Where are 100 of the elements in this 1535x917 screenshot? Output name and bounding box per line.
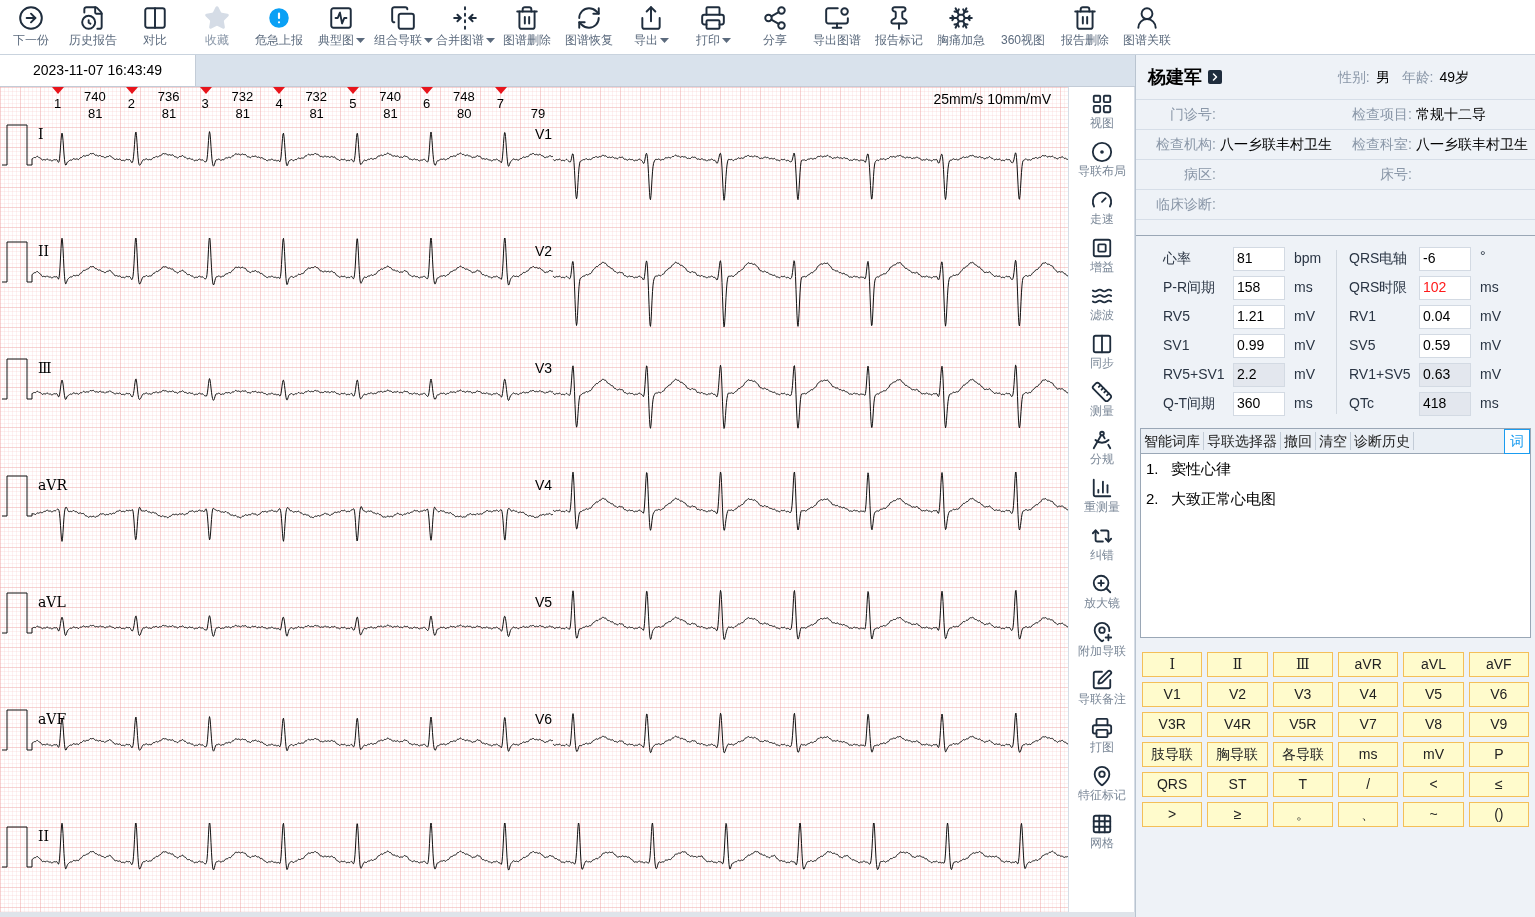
measure-field[interactable]: 360: [1233, 391, 1285, 416]
keypad-button[interactable]: V7: [1338, 712, 1399, 737]
keypad-button[interactable]: aVF: [1468, 652, 1529, 677]
measure-field[interactable]: -6: [1419, 246, 1471, 271]
side-tool-button[interactable]: 打图: [1070, 717, 1133, 765]
toolbar-button[interactable]: 导出图谱: [806, 5, 868, 46]
side-tool-button[interactable]: 放大镜: [1070, 573, 1133, 621]
toolbar-button[interactable]: 图谱关联: [1116, 5, 1178, 46]
toolbar-button[interactable]: 胸痛加急: [930, 5, 992, 46]
diagnosis-tool-button[interactable]: 智能词库: [1141, 432, 1204, 450]
keypad-button[interactable]: ~: [1403, 802, 1464, 827]
keypad-button[interactable]: 各导联: [1272, 742, 1333, 767]
side-tool-button[interactable]: 附加导联: [1070, 621, 1133, 669]
side-tool-button[interactable]: 走速: [1070, 189, 1133, 237]
measure-field[interactable]: 158: [1233, 275, 1285, 300]
toolbar-button[interactable]: 图谱删除: [496, 5, 558, 46]
keypad-button[interactable]: 胸导联: [1207, 742, 1268, 767]
keypad-button[interactable]: ≥: [1207, 802, 1268, 827]
side-tool-button[interactable]: 分规: [1070, 429, 1133, 477]
keypad-button[interactable]: >: [1142, 802, 1203, 827]
keypad-button[interactable]: QRS: [1142, 772, 1203, 797]
measure-field[interactable]: 418: [1419, 391, 1471, 416]
toolbar-button[interactable]: 下一份: [0, 5, 62, 46]
side-tool-button[interactable]: 特征标记: [1070, 765, 1133, 813]
printer-icon: [700, 5, 726, 31]
keypad-button[interactable]: T: [1272, 772, 1333, 797]
side-tool-button[interactable]: 滤波: [1070, 285, 1133, 333]
keypad-button[interactable]: V1: [1142, 682, 1203, 707]
toolbar-button[interactable]: 组合导联: [372, 5, 434, 46]
lead-label: aVR: [38, 478, 67, 492]
keypad-button[interactable]: V9: [1468, 712, 1529, 737]
keypad-button[interactable]: V4R: [1207, 712, 1268, 737]
diagnosis-tool-button[interactable]: 清空: [1316, 432, 1351, 450]
keypad-button[interactable]: ≤: [1468, 772, 1529, 797]
record-tab[interactable]: 2023-11-07 16:43:49: [0, 55, 196, 86]
keypad-button[interactable]: (): [1468, 802, 1529, 827]
toolbar-button[interactable]: 图谱恢复: [558, 5, 620, 46]
side-tool-button[interactable]: 导联备注: [1070, 669, 1133, 717]
keypad-button[interactable]: V8: [1403, 712, 1464, 737]
keypad-button[interactable]: V4: [1338, 682, 1399, 707]
toolbar-button[interactable]: 典型图: [310, 5, 372, 46]
measure-label: RV5: [1163, 307, 1191, 326]
toolbar-button[interactable]: 360视图: [992, 5, 1054, 46]
side-tool-button[interactable]: 重测量: [1070, 477, 1133, 525]
heart-rate: 81: [235, 107, 251, 120]
diagnosis-tool-button[interactable]: 撤回: [1281, 432, 1316, 450]
side-tool-button[interactable]: 增益: [1070, 237, 1133, 285]
keypad-button[interactable]: Ⅲ: [1272, 652, 1333, 677]
toolbar-button[interactable]: 报告标记: [868, 5, 930, 46]
toolbar-button[interactable]: 合并图谱: [434, 5, 496, 46]
columns-icon: [142, 5, 168, 31]
heart-rate: 80: [457, 107, 472, 120]
keypad-button[interactable]: V6: [1468, 682, 1529, 707]
expand-button[interactable]: [1208, 70, 1222, 84]
keypad-button[interactable]: /: [1338, 772, 1399, 797]
keypad-button[interactable]: 、: [1338, 802, 1399, 827]
measure-field[interactable]: 0.59: [1419, 333, 1471, 358]
beat-number: 6: [423, 97, 431, 110]
side-tool-button[interactable]: 同步: [1070, 333, 1133, 381]
keypad-button[interactable]: aVR: [1338, 652, 1399, 677]
toolbar-button[interactable]: 打印: [682, 5, 744, 46]
keypad-button[interactable]: V3: [1272, 682, 1333, 707]
side-tool-button[interactable]: 网格: [1070, 813, 1133, 861]
measure-field[interactable]: 0.63: [1419, 362, 1471, 387]
measure-field[interactable]: 2.2: [1233, 362, 1285, 387]
keypad-button[interactable]: Ⅱ: [1207, 652, 1268, 677]
measure-label: QRS电轴: [1349, 249, 1409, 268]
toolbar-button[interactable]: 分享: [744, 5, 806, 46]
measure-field[interactable]: 81: [1233, 246, 1285, 271]
measure-field[interactable]: 1.21: [1233, 304, 1285, 329]
keypad-button[interactable]: P: [1468, 742, 1529, 767]
keypad-button[interactable]: ms: [1338, 742, 1399, 767]
toolbar-button[interactable]: 报告删除: [1054, 5, 1116, 46]
measure-field[interactable]: 0.99: [1233, 333, 1285, 358]
toolbar-button[interactable]: 导出: [620, 5, 682, 46]
keypad-button[interactable]: mV: [1403, 742, 1464, 767]
diagnosis-tool-button[interactable]: 诊断历史: [1351, 432, 1414, 450]
measure-field[interactable]: 102: [1419, 275, 1471, 300]
side-tool-button[interactable]: 视图: [1070, 93, 1133, 141]
keypad-button[interactable]: V5R: [1272, 712, 1333, 737]
keypad-button[interactable]: V3R: [1142, 712, 1203, 737]
side-tool-button[interactable]: 导联布局: [1070, 141, 1133, 189]
keypad-button[interactable]: ST: [1207, 772, 1268, 797]
side-tool-button[interactable]: 测量: [1070, 381, 1133, 429]
field-value: 常规十二导: [1416, 105, 1486, 124]
keypad-button[interactable]: 。: [1272, 802, 1333, 827]
target-icon: [1090, 141, 1113, 163]
side-tool-button[interactable]: 纠错: [1070, 525, 1133, 573]
lead-label: V4: [535, 478, 553, 492]
toolbar-button[interactable]: 历史报告: [62, 5, 124, 46]
keypad-button[interactable]: I: [1142, 652, 1203, 677]
keypad-button[interactable]: <: [1403, 772, 1464, 797]
keypad-button[interactable]: 肢导联: [1142, 742, 1203, 767]
keypad-button[interactable]: V5: [1403, 682, 1464, 707]
keypad-button[interactable]: aVL: [1403, 652, 1464, 677]
diagnosis-tool-button[interactable]: 导联选择器: [1204, 432, 1281, 450]
toolbar-button[interactable]: 危急上报: [248, 5, 310, 46]
measure-field[interactable]: 0.04: [1419, 304, 1471, 329]
toolbar-button[interactable]: 对比: [124, 5, 186, 46]
keypad-button[interactable]: V2: [1207, 682, 1268, 707]
